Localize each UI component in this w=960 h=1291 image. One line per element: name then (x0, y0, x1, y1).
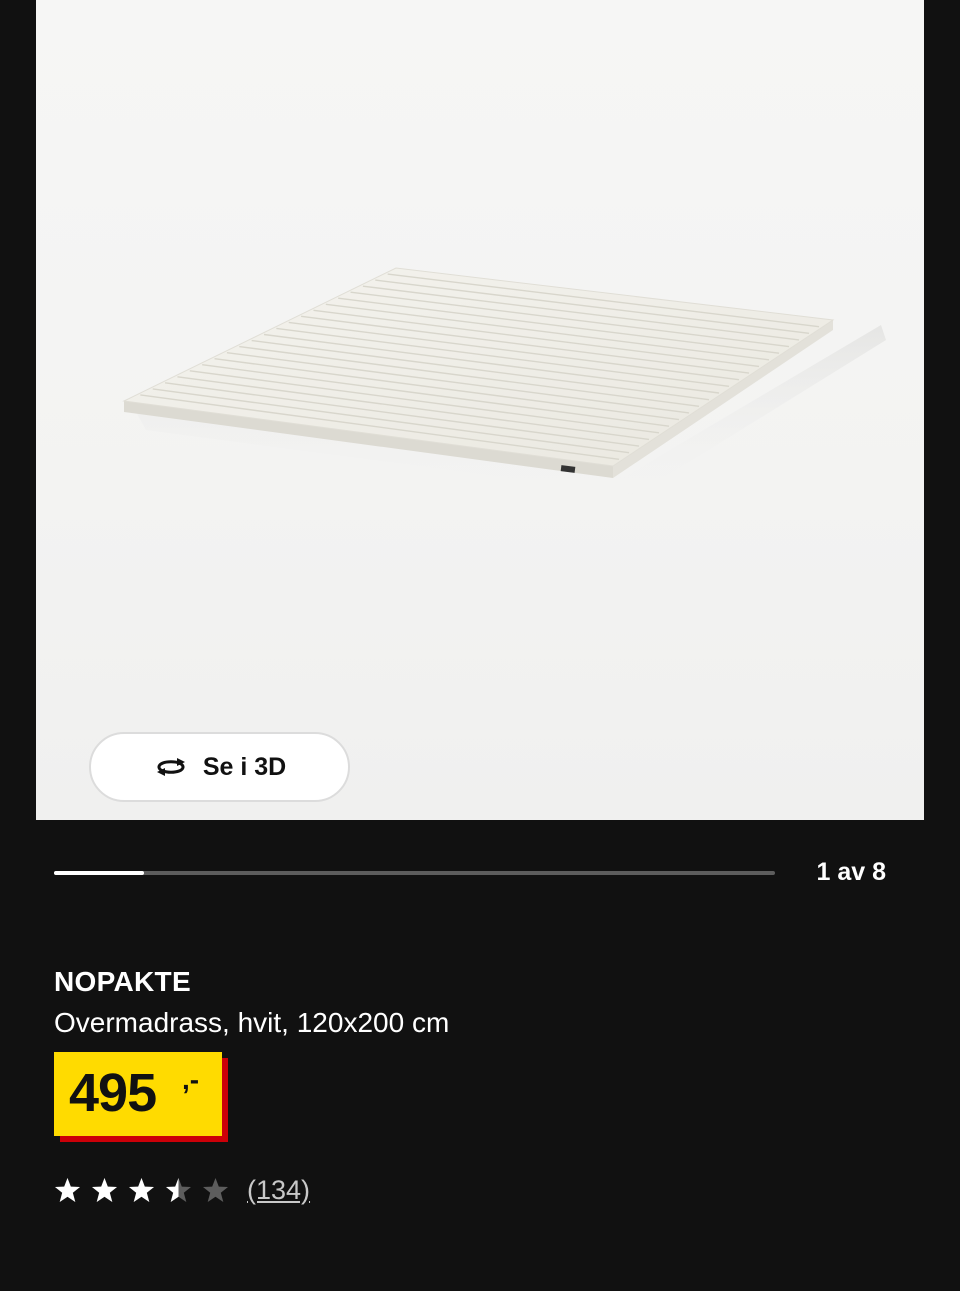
review-count-link[interactable]: (134) (247, 1175, 310, 1206)
price-tag: 495 ,- (54, 1052, 222, 1136)
star-icon (203, 1177, 228, 1202)
product-description: Overmadrass, hvit, 120x200 cm (54, 1007, 450, 1038)
price-suffix: ,- (182, 1064, 200, 1095)
product-rating[interactable]: (134) (54, 1174, 310, 1206)
view-in-3d-label: Se i 3D (202, 752, 287, 781)
star-icon (92, 1177, 117, 1202)
gallery-progress-bar (54, 871, 775, 875)
price-value: 495 (69, 1063, 157, 1123)
rotate-3d-icon (156, 758, 185, 776)
gallery-progress-fill (54, 871, 145, 875)
star-icon (129, 1177, 154, 1202)
product-image-area[interactable]: Se i 3D (36, 0, 924, 820)
view-in-3d-button[interactable]: Se i 3D (89, 732, 350, 802)
star-icon (55, 1177, 80, 1202)
mattress-topper-photo (122, 267, 886, 495)
rating-stars (54, 1177, 229, 1204)
product-name: NOPAKTE (54, 966, 191, 997)
gallery-slide-counter: 1 av 8 (816, 858, 886, 886)
star-icon (166, 1177, 191, 1202)
